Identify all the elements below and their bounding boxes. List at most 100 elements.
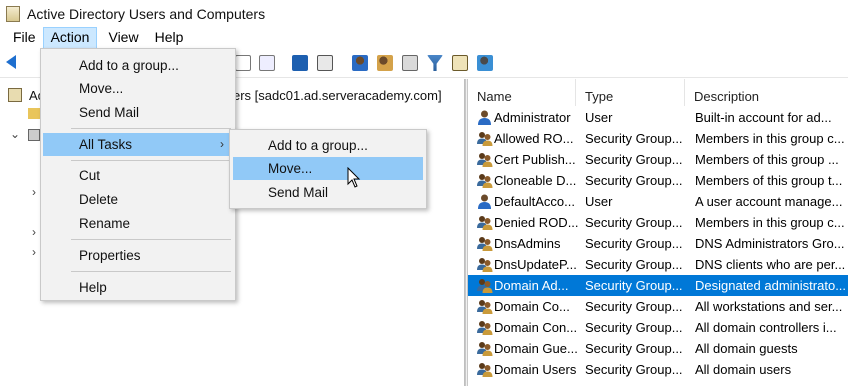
cell-type: Security Group...	[585, 215, 683, 230]
collapsed-chevron-icon[interactable]: ›	[32, 185, 36, 199]
filter-icon[interactable]	[427, 55, 443, 71]
submenu-move[interactable]: Move...	[233, 157, 423, 180]
menu-cut[interactable]: Cut	[41, 164, 235, 187]
menu-all-tasks[interactable]: All Tasks ›	[43, 133, 233, 156]
cell-description: DNS Administrators Gro...	[695, 236, 845, 251]
list-item[interactable]: Domain Ad... Security Group... Designated …	[468, 275, 848, 296]
group-icon	[476, 130, 493, 147]
cell-description: All domain controllers i...	[695, 320, 837, 335]
cell-type: Security Group...	[585, 152, 683, 167]
list-item[interactable]: Domain Users Security Group... All domain …	[468, 359, 848, 380]
find-icon[interactable]	[452, 55, 468, 71]
menu-delete[interactable]: Delete	[41, 188, 235, 211]
submenu-send-mail[interactable]: Send Mail	[230, 181, 426, 204]
list-item[interactable]: Domain Gue... Security Group... All domain…	[468, 338, 848, 359]
mouse-cursor-icon	[347, 167, 361, 188]
help-icon[interactable]	[292, 55, 308, 71]
group-icon	[476, 340, 493, 357]
cell-name: DefaultAcco...	[494, 194, 575, 209]
cell-type: Security Group...	[585, 257, 683, 272]
show-hide-pane-icon[interactable]	[317, 55, 333, 71]
cell-name: Domain Gue...	[494, 341, 578, 356]
group-icon	[476, 256, 493, 273]
list-item[interactable]: Domain Con... Security Group... All domain…	[468, 317, 848, 338]
menu-help[interactable]: Help	[148, 27, 191, 49]
cell-type: Security Group...	[585, 341, 683, 356]
group-icon	[476, 298, 493, 315]
back-arrow-icon[interactable]	[6, 55, 16, 69]
list-item[interactable]: Cloneable D... Security Group... Members o…	[468, 170, 848, 191]
menu-separator	[71, 271, 231, 272]
cell-name: Cloneable D...	[494, 173, 577, 188]
cell-description: Designated administrato...	[695, 278, 847, 293]
new-group-icon[interactable]	[377, 55, 393, 71]
group-icon	[476, 151, 493, 168]
collapsed-chevron-icon[interactable]: ›	[32, 225, 36, 239]
list-item[interactable]: Allowed RO... Security Group... Members in…	[468, 128, 848, 149]
menu-action[interactable]: Action	[42, 27, 98, 49]
cell-type: Security Group...	[585, 173, 683, 188]
cell-description: Members in this group c...	[695, 131, 845, 146]
menu-view[interactable]: View	[101, 27, 145, 49]
cell-type: Security Group...	[585, 131, 683, 146]
cell-type: Security Group...	[585, 236, 683, 251]
cell-name: Allowed RO...	[494, 131, 574, 146]
menu-rename[interactable]: Rename	[41, 212, 235, 235]
column-header-name[interactable]: Name	[468, 79, 576, 106]
cell-description: Members of this group t...	[695, 173, 843, 188]
expand-chevron-icon[interactable]: ⌄	[10, 127, 20, 141]
cell-description: Members of this group ...	[695, 152, 839, 167]
cell-name: Denied ROD...	[494, 215, 578, 230]
cell-name: Cert Publish...	[494, 152, 576, 167]
cell-name: DnsUpdateP...	[494, 257, 577, 272]
group-icon	[476, 361, 493, 378]
menu-help-item[interactable]: Help	[41, 276, 235, 299]
list-item[interactable]: DefaultAcco... User A user account manage.…	[468, 191, 848, 212]
group-icon	[476, 172, 493, 189]
submenu-add-to-group[interactable]: Add to a group...	[230, 134, 426, 157]
cell-description: All workstations and ser...	[695, 299, 843, 314]
menu-bar: File Action View Help	[0, 27, 848, 49]
menu-file[interactable]: File	[6, 27, 43, 49]
tree-root-label-suffix[interactable]: ers [sadc01.ad.serveracademy.com]	[233, 88, 442, 103]
cell-type: Security Group...	[585, 299, 683, 314]
app-icon	[6, 5, 20, 22]
menu-all-tasks-label: All Tasks	[79, 137, 133, 152]
menu-separator	[71, 160, 231, 161]
menu-send-mail[interactable]: Send Mail	[41, 101, 235, 124]
group-icon	[476, 214, 493, 231]
column-header-description[interactable]: Description	[685, 79, 848, 106]
list-item[interactable]: Domain Co... Security Group... All worksta…	[468, 296, 848, 317]
cell-description: All domain guests	[695, 341, 798, 356]
list-item[interactable]: DnsUpdateP... Security Group... DNS client…	[468, 254, 848, 275]
list-item[interactable]: Administrator User Built-in account for ad…	[468, 107, 848, 128]
list-item[interactable]: Denied ROD... Security Group... Members in…	[468, 212, 848, 233]
menu-move[interactable]: Move...	[41, 77, 235, 100]
menu-properties[interactable]: Properties	[41, 244, 235, 267]
cell-description: DNS clients who are per...	[695, 257, 846, 272]
export-list-icon[interactable]	[259, 55, 275, 71]
cell-name: Administrator	[494, 110, 571, 125]
user-icon	[476, 109, 493, 126]
menu-separator	[71, 239, 231, 240]
console-root-icon	[8, 88, 22, 102]
collapsed-chevron-icon[interactable]: ›	[32, 245, 36, 259]
list-item[interactable]: Cert Publish... Security Group... Members …	[468, 149, 848, 170]
cell-type: Security Group...	[585, 362, 683, 377]
list-item[interactable]: DnsAdmins Security Group... DNS Administra…	[468, 233, 848, 254]
cell-description: All domain users	[695, 362, 792, 377]
all-tasks-submenu: Add to a group... Move... Send Mail	[229, 129, 427, 209]
cell-name: DnsAdmins	[494, 236, 561, 251]
refresh-icon[interactable]	[235, 55, 251, 71]
menu-add-to-group[interactable]: Add to a group...	[41, 54, 235, 77]
cell-type: User	[585, 110, 613, 125]
add-to-group-icon[interactable]	[477, 55, 493, 71]
cell-type: Security Group...	[585, 278, 683, 293]
new-ou-icon[interactable]	[402, 55, 418, 71]
column-header-type[interactable]: Type	[576, 79, 685, 106]
group-icon	[476, 319, 493, 336]
window-title: Active Directory Users and Computers	[27, 5, 266, 22]
cell-type: Security Group...	[585, 320, 683, 335]
menu-separator	[71, 128, 231, 129]
new-user-icon[interactable]	[352, 55, 368, 71]
